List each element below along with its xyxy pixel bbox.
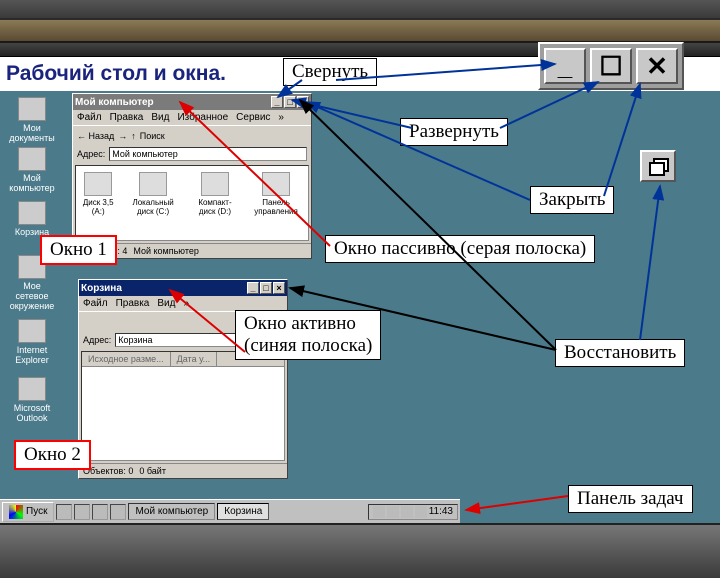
drive-c-icon[interactable]: Локальный диск (C:) (126, 172, 179, 234)
titlebar-active[interactable]: Корзина _ □ × (79, 280, 287, 296)
window-recycle-bin[interactable]: Корзина _ □ × Файл Правка Вид » Адрес: П… (78, 279, 288, 479)
system-tray[interactable]: 11:43 (368, 504, 458, 520)
desktop-icon-outlook[interactable]: Microsoft Outlook (8, 377, 56, 423)
toolbar[interactable]: ← Назад → ↑ Поиск (73, 125, 311, 145)
desktop-icon-ie[interactable]: Internet Explorer (8, 319, 56, 365)
drive-a-icon[interactable]: Диск 3,5 (A:) (82, 172, 114, 234)
menu-item[interactable]: » (183, 298, 189, 309)
restore-icon (649, 158, 667, 174)
column-header[interactable]: Дата у... (171, 352, 218, 366)
menu-item[interactable]: Сервис (236, 112, 270, 123)
maximize-button[interactable]: □ (284, 96, 296, 108)
window-title: Корзина (81, 283, 122, 294)
desktop-icon-trash[interactable]: Корзина (8, 201, 56, 237)
address-input[interactable] (109, 147, 307, 161)
menu-item[interactable]: Вид (157, 298, 175, 309)
icon-label: Мои документы (9, 123, 54, 143)
menubar[interactable]: Файл Правка Вид Избранное Сервис » (73, 110, 311, 125)
big-maximize-button[interactable]: ☐ (590, 48, 632, 84)
windows-logo-icon (9, 505, 23, 519)
tray-icon[interactable] (401, 506, 413, 518)
maximize-button[interactable]: □ (260, 282, 272, 294)
callout-restore: Восстановить (555, 339, 685, 367)
column-header[interactable]: Исходное разме... (82, 352, 171, 366)
page-title: Рабочий стол и окна. (6, 62, 226, 86)
forward-button[interactable]: → (118, 131, 127, 141)
control-panel-icon[interactable]: Панель управления (250, 172, 302, 234)
callout-minimize: Свернуть (283, 58, 377, 86)
icon-label: Мое сетевое окружение (10, 281, 54, 311)
big-window-buttons: _ ☐ ✕ (538, 42, 684, 90)
menu-item[interactable]: Правка (110, 112, 144, 123)
status-bar: Объектов: 00 байт (79, 463, 287, 478)
menu-item[interactable]: Избранное (177, 112, 228, 123)
window-body[interactable]: Исходное разме... Дата у... (81, 351, 285, 461)
address-label: Адрес: (77, 149, 105, 159)
clock: 11:43 (429, 506, 453, 517)
big-close-button[interactable]: ✕ (636, 48, 678, 84)
address-label: Адрес: (83, 335, 111, 345)
tray-icon[interactable] (387, 506, 399, 518)
callout-window1: Окно 1 (40, 235, 117, 265)
tray-icon[interactable] (373, 506, 385, 518)
desktop-icon-docs[interactable]: Мои документы (8, 97, 56, 143)
taskbar[interactable]: Пуск Мой компьютер Корзина 11:43 (0, 499, 460, 523)
ql-icon[interactable] (56, 504, 72, 520)
callout-maximize: Развернуть (400, 118, 508, 146)
back-button[interactable]: ← Назад (77, 131, 114, 141)
minimize-button[interactable]: _ (247, 282, 259, 294)
menu-item[interactable]: Вид (151, 112, 169, 123)
close-button[interactable]: × (297, 96, 309, 108)
icon-label: Internet Explorer (15, 345, 49, 365)
desktop-icon-computer[interactable]: Мой компьютер (8, 147, 56, 193)
callout-close: Закрыть (530, 186, 614, 214)
callout-passive: Окно пассивно (серая полоска) (325, 235, 595, 263)
window-title: Мой компьютер (75, 97, 154, 108)
start-label: Пуск (26, 506, 47, 517)
big-restore-button[interactable] (640, 150, 676, 182)
tray-icon[interactable] (415, 506, 427, 518)
up-button[interactable]: ↑ (131, 131, 136, 141)
menu-item[interactable]: » (278, 112, 284, 123)
icon-label: Мой компьютер (9, 173, 54, 193)
callout-window2: Окно 2 (14, 440, 91, 470)
window-body[interactable]: Диск 3,5 (A:) Локальный диск (C:) Компак… (75, 165, 309, 241)
search-button[interactable]: Поиск (140, 131, 165, 141)
callout-taskbar: Панель задач (568, 485, 693, 513)
start-button[interactable]: Пуск (2, 502, 54, 522)
ql-icon[interactable] (92, 504, 108, 520)
close-button[interactable]: × (273, 282, 285, 294)
ql-icon[interactable] (110, 504, 126, 520)
icon-label: Microsoft Outlook (14, 403, 51, 423)
titlebar-passive[interactable]: Мой компьютер _ □ × (73, 94, 311, 110)
big-minimize-button[interactable]: _ (544, 48, 586, 84)
quick-launch[interactable] (56, 504, 126, 520)
menu-item[interactable]: Файл (77, 112, 102, 123)
address-input[interactable] (115, 333, 243, 347)
menu-item[interactable]: Правка (116, 298, 150, 309)
menu-item[interactable]: Файл (83, 298, 108, 309)
drive-d-icon[interactable]: Компакт-диск (D:) (192, 172, 238, 234)
menubar[interactable]: Файл Правка Вид » (79, 296, 287, 311)
taskbar-item-trash[interactable]: Корзина (217, 503, 269, 520)
minimize-button[interactable]: _ (271, 96, 283, 108)
taskbar-item-computer[interactable]: Мой компьютер (128, 503, 215, 520)
callout-active: Окно активно (синяя полоска) (235, 310, 381, 360)
ql-icon[interactable] (74, 504, 90, 520)
